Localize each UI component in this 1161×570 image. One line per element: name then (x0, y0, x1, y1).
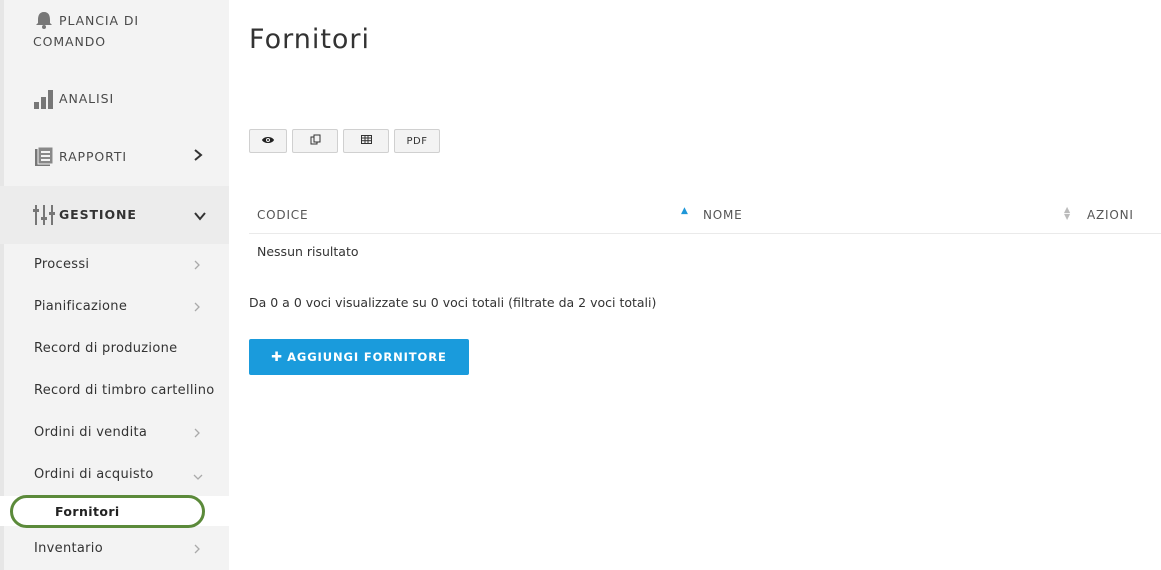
sidebar-subitem-record-timbro[interactable]: Record di timbro cartellino (34, 383, 215, 398)
table-header-divider (249, 233, 1161, 234)
chevron-down-icon[interactable] (193, 470, 203, 484)
add-supplier-button[interactable]: ✚ AGGIUNGI FORNITORE (249, 339, 469, 375)
sidebar-item-label: GESTIONE (59, 207, 137, 222)
chevron-right-icon[interactable] (193, 301, 201, 315)
column-header-nome[interactable]: NOME (703, 208, 743, 222)
chevron-right-icon[interactable] (193, 543, 201, 557)
sliders-icon (33, 204, 55, 225)
report-icon (33, 146, 55, 166)
sidebar-item-plancia-line2: COMANDO (33, 32, 106, 52)
sidebar-item-plancia[interactable]: PLANCIA DI (33, 10, 139, 32)
highlight-annotation-ring (10, 495, 205, 528)
sidebar (0, 0, 229, 570)
copy-button[interactable] (292, 129, 338, 153)
sidebar-subitem-processi[interactable]: Processi (34, 257, 89, 272)
eye-icon (261, 135, 275, 148)
column-visibility-button[interactable] (249, 129, 287, 153)
sort-both-icon[interactable]: ▲ ▼ (1064, 206, 1070, 221)
sort-ascending-icon[interactable]: ▲ (681, 206, 688, 216)
bell-icon (33, 10, 55, 30)
bar-chart-icon (33, 88, 55, 109)
sidebar-edge (0, 0, 4, 570)
column-header-azioni: AZIONI (1087, 208, 1134, 222)
chevron-right-icon[interactable] (193, 148, 203, 166)
empty-table-message: Nessun risultato (257, 244, 359, 259)
sidebar-subitem-record-produzione[interactable]: Record di produzione (34, 341, 177, 356)
sidebar-subitem-ordini-acquisto[interactable]: Ordini di acquisto (34, 467, 154, 482)
sidebar-item-label: ANALISI (59, 91, 115, 106)
export-toolbar: PDF (249, 129, 440, 153)
sidebar-item-rapporti[interactable]: RAPPORTI (33, 146, 127, 168)
sidebar-item-gestione[interactable]: GESTIONE (33, 204, 137, 226)
copy-icon (310, 134, 321, 148)
page-title: Fornitori (249, 24, 371, 55)
chevron-down-icon[interactable] (193, 209, 207, 225)
table-icon (360, 135, 372, 147)
chevron-right-icon[interactable] (193, 259, 201, 273)
table-info-text: Da 0 a 0 voci visualizzate su 0 voci tot… (249, 295, 657, 310)
sidebar-item-label: RAPPORTI (59, 149, 127, 164)
column-header-codice[interactable]: CODICE (257, 208, 308, 222)
add-supplier-label: AGGIUNGI FORNITORE (287, 350, 447, 364)
sidebar-item-label: COMANDO (33, 34, 107, 49)
pdf-export-button[interactable]: PDF (394, 129, 440, 153)
sidebar-subitem-pianificazione[interactable]: Pianificazione (34, 299, 127, 314)
sidebar-subitem-ordini-vendita[interactable]: Ordini di vendita (34, 425, 147, 440)
sidebar-subitem-inventario[interactable]: Inventario (34, 541, 103, 556)
sidebar-item-label: PLANCIA DI (59, 13, 139, 28)
sidebar-item-analisi[interactable]: ANALISI (33, 88, 114, 110)
chevron-right-icon[interactable] (193, 427, 201, 441)
table-export-button[interactable] (343, 129, 389, 153)
plus-icon: ✚ (271, 349, 284, 365)
